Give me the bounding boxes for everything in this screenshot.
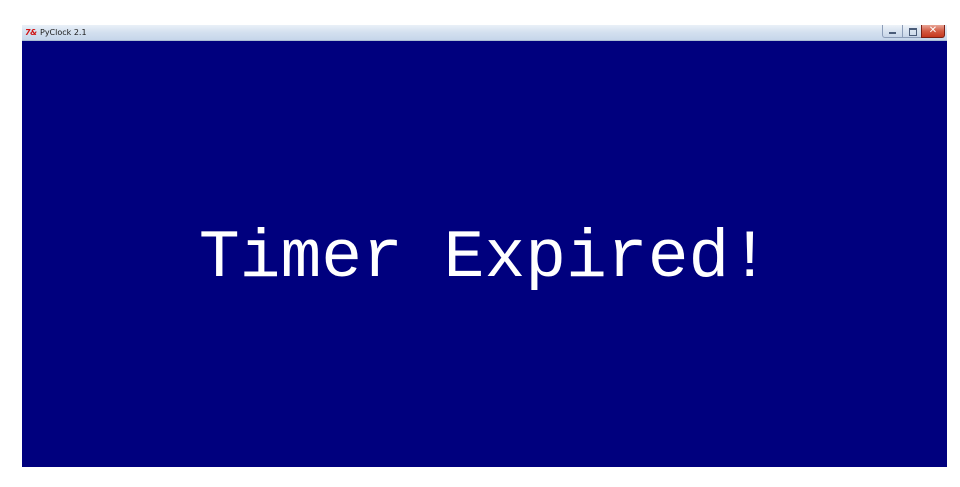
- close-button[interactable]: ✕: [921, 25, 945, 38]
- minimize-button[interactable]: [882, 25, 902, 38]
- maximize-icon: [909, 28, 917, 36]
- window-controls: ✕: [882, 25, 945, 39]
- title-bar[interactable]: 7& PyClock 2.1 ✕: [22, 25, 947, 41]
- timer-expired-message: Timer Expired!: [198, 219, 771, 297]
- window-title: PyClock 2.1: [40, 28, 87, 37]
- minimize-icon: [889, 32, 896, 34]
- maximize-button[interactable]: [902, 25, 921, 38]
- app-window: 7& PyClock 2.1 ✕ Timer Expired!: [22, 25, 947, 467]
- timer-message-container: Timer Expired!: [22, 41, 947, 467]
- close-icon: ✕: [928, 25, 938, 36]
- tk-feather-icon[interactable]: 7&: [25, 27, 37, 38]
- clock-display: Timer Expired!: [22, 41, 947, 467]
